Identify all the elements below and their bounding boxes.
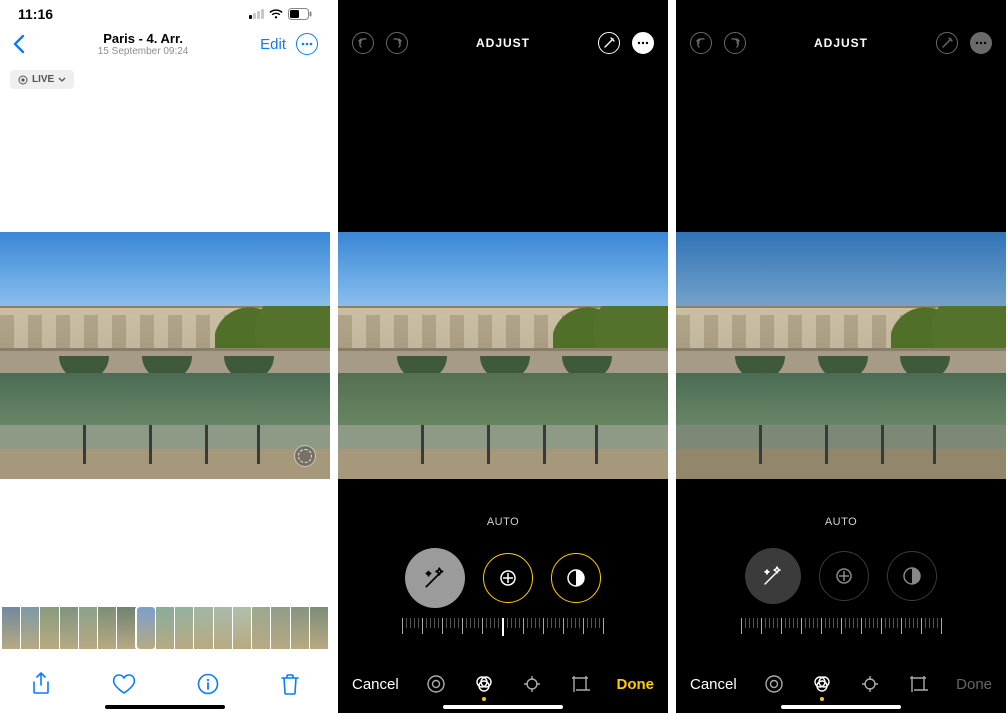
thumbnail[interactable] [137, 607, 155, 649]
thumbnail[interactable] [21, 607, 39, 649]
markup-tool-button[interactable] [598, 32, 620, 54]
home-indicator[interactable] [781, 705, 901, 709]
brilliance-button[interactable] [887, 551, 937, 601]
chevron-down-icon [58, 77, 66, 83]
status-time: 11:16 [18, 6, 53, 22]
done-button[interactable]: Done [956, 676, 992, 693]
thumbnail[interactable] [2, 607, 20, 649]
undo-button[interactable] [352, 32, 374, 54]
live-overlay-icon [294, 445, 316, 467]
adjustment-slider[interactable] [360, 618, 646, 640]
thumbnail[interactable] [156, 607, 174, 649]
favorite-button[interactable] [112, 673, 136, 695]
tool-filters[interactable] [811, 673, 833, 695]
edit-button[interactable]: Edit [260, 36, 286, 53]
adjustment-selector[interactable] [676, 548, 1006, 604]
done-button[interactable]: Done [616, 676, 654, 693]
thumbnail[interactable] [310, 607, 328, 649]
thumbnail[interactable] [194, 607, 212, 649]
editor-bottom-bar: Cancel Done [676, 673, 1006, 695]
auto-wand-button[interactable] [745, 548, 801, 604]
exposure-button[interactable] [483, 553, 533, 603]
editor-top-bar: ADJUST [338, 0, 668, 70]
undo-button[interactable] [690, 32, 712, 54]
cancel-button[interactable]: Cancel [690, 676, 737, 693]
redo-button[interactable] [386, 32, 408, 54]
signal-icon [249, 9, 264, 19]
editor-bottom-bar: Cancel Done [338, 673, 668, 695]
auto-wand-button[interactable] [405, 548, 465, 608]
cancel-button[interactable]: Cancel [352, 676, 399, 693]
thumbnail[interactable] [291, 607, 309, 649]
markup-tool-button[interactable] [936, 32, 958, 54]
exposure-button[interactable] [819, 551, 869, 601]
photo-viewer-panel: 11:16 Paris - 4. Arr. 15 September 09:24… [0, 0, 330, 713]
home-indicator[interactable] [443, 705, 563, 709]
thumbnail-strip[interactable] [0, 607, 330, 649]
adjustment-name-label: AUTO [338, 516, 668, 528]
back-button[interactable] [12, 34, 26, 54]
thumbnail[interactable] [214, 607, 232, 649]
adjustment-name-label: AUTO [676, 516, 1006, 528]
battery-icon [288, 8, 312, 20]
thumbnail[interactable] [233, 607, 251, 649]
live-photo-badge[interactable]: LIVE [10, 70, 74, 89]
thumbnail[interactable] [98, 607, 116, 649]
adjustment-slider[interactable] [698, 618, 984, 640]
thumbnail[interactable] [117, 607, 135, 649]
tool-filters[interactable] [473, 673, 495, 695]
thumbnail[interactable] [252, 607, 270, 649]
tool-markup[interactable] [907, 673, 929, 695]
brilliance-button[interactable] [551, 553, 601, 603]
thumbnail[interactable] [40, 607, 58, 649]
editor-more-button[interactable] [632, 32, 654, 54]
more-button[interactable] [296, 33, 318, 55]
photo-editor-panel-initial: ADJUST AUTO [676, 0, 1006, 713]
info-button[interactable] [197, 673, 219, 695]
thumbnail[interactable] [79, 607, 97, 649]
editor-mode-title: ADJUST [476, 36, 530, 50]
thumbnail[interactable] [175, 607, 193, 649]
photo-editor-panel-active: ADJUST AUTO [338, 0, 668, 713]
tool-markup[interactable] [569, 673, 591, 695]
editor-top-bar: ADJUST [676, 0, 1006, 70]
live-icon [18, 75, 28, 85]
nav-bar: Paris - 4. Arr. 15 September 09:24 Edit [0, 24, 330, 64]
home-indicator[interactable] [105, 705, 225, 709]
wifi-icon [268, 8, 284, 20]
status-bar: 11:16 [0, 0, 330, 24]
thumbnail[interactable] [60, 607, 78, 649]
editor-photo[interactable] [338, 232, 668, 479]
date-subtitle: 15 September 09:24 [26, 46, 260, 57]
location-title: Paris - 4. Arr. [26, 31, 260, 46]
tool-adjust[interactable] [425, 673, 447, 695]
tool-adjust[interactable] [763, 673, 785, 695]
tool-crop[interactable] [521, 673, 543, 695]
editor-more-button[interactable] [970, 32, 992, 54]
main-photo[interactable] [0, 232, 330, 479]
adjustment-selector[interactable] [338, 548, 668, 608]
thumbnail[interactable] [271, 607, 289, 649]
editor-mode-title: ADJUST [814, 36, 868, 50]
redo-button[interactable] [724, 32, 746, 54]
share-button[interactable] [31, 672, 51, 696]
editor-photo[interactable] [676, 232, 1006, 479]
delete-button[interactable] [280, 672, 300, 696]
tool-crop[interactable] [859, 673, 881, 695]
